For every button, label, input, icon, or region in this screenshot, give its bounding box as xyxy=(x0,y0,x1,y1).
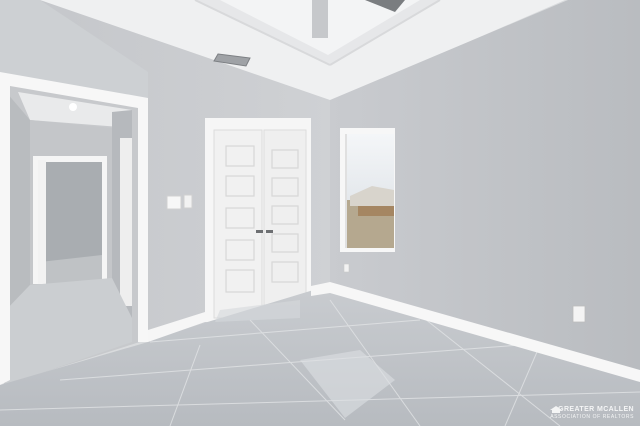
wall-outlet-right xyxy=(572,305,586,323)
watermark-title: GREATER MCALLEN xyxy=(558,406,634,413)
hallway-door-left xyxy=(38,160,46,284)
window-fence xyxy=(358,206,394,216)
watermark-subtitle: ASSOCIATION OF REALTORS xyxy=(550,414,634,420)
ceiling-fan-blade xyxy=(312,0,328,38)
room-illustration xyxy=(0,0,640,426)
realtor-watermark: GREATER MCALLEN ASSOCIATION OF REALTORS xyxy=(550,406,634,420)
hallway-side-door xyxy=(120,138,132,306)
closet-door-right xyxy=(263,129,307,307)
light-switch-2 xyxy=(183,194,193,209)
door-handle-left xyxy=(256,230,263,233)
wall-outlet-left xyxy=(343,263,350,273)
closet-door-left xyxy=(213,129,263,319)
room-photo: GREATER MCALLEN ASSOCIATION OF REALTORS xyxy=(0,0,640,426)
recessed-light xyxy=(69,103,77,111)
house-logo-icon xyxy=(550,406,563,413)
door-handle-right xyxy=(266,230,273,233)
light-switch xyxy=(166,195,182,210)
